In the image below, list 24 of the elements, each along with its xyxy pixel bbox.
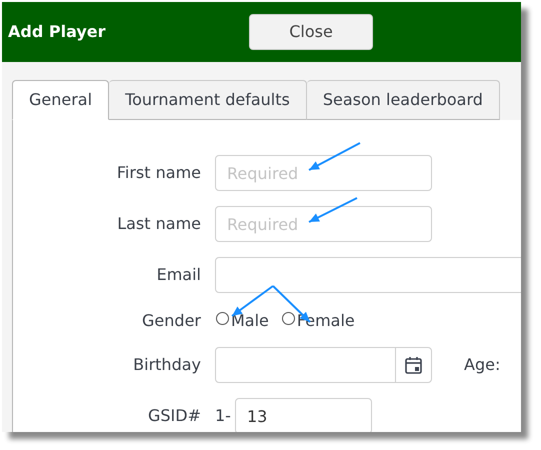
tab[interactable]: Season leaderboard	[306, 80, 500, 120]
field-label: Email	[156, 264, 201, 286]
field-label: First name	[116, 162, 201, 184]
radio-label: Male	[231, 310, 269, 332]
annotation-arrow	[308, 197, 358, 223]
text-field[interactable]	[215, 257, 521, 293]
date-field[interactable]	[215, 347, 432, 383]
text-field[interactable]: Required	[215, 155, 432, 191]
annotation-arrow	[308, 142, 360, 171]
calendar-icon[interactable]	[405, 356, 422, 374]
id-prefix: 1-	[215, 405, 231, 427]
tab[interactable]: General	[12, 80, 110, 120]
text-field[interactable]: Required	[215, 206, 432, 242]
radio-button[interactable]	[282, 312, 295, 324]
field-label: Gender	[142, 310, 201, 332]
id-field[interactable]: 13	[234, 398, 372, 432]
field-label: Birthday	[133, 354, 201, 376]
age-label: Age:	[464, 354, 500, 376]
radio-button[interactable]	[216, 312, 229, 324]
window-title: Add Player	[8, 21, 107, 43]
close-button[interactable]: Close	[249, 14, 373, 50]
tab[interactable]: Tournament defaults	[109, 80, 307, 120]
field-label: GSID#	[148, 405, 201, 427]
field-label: Last name	[117, 213, 201, 235]
